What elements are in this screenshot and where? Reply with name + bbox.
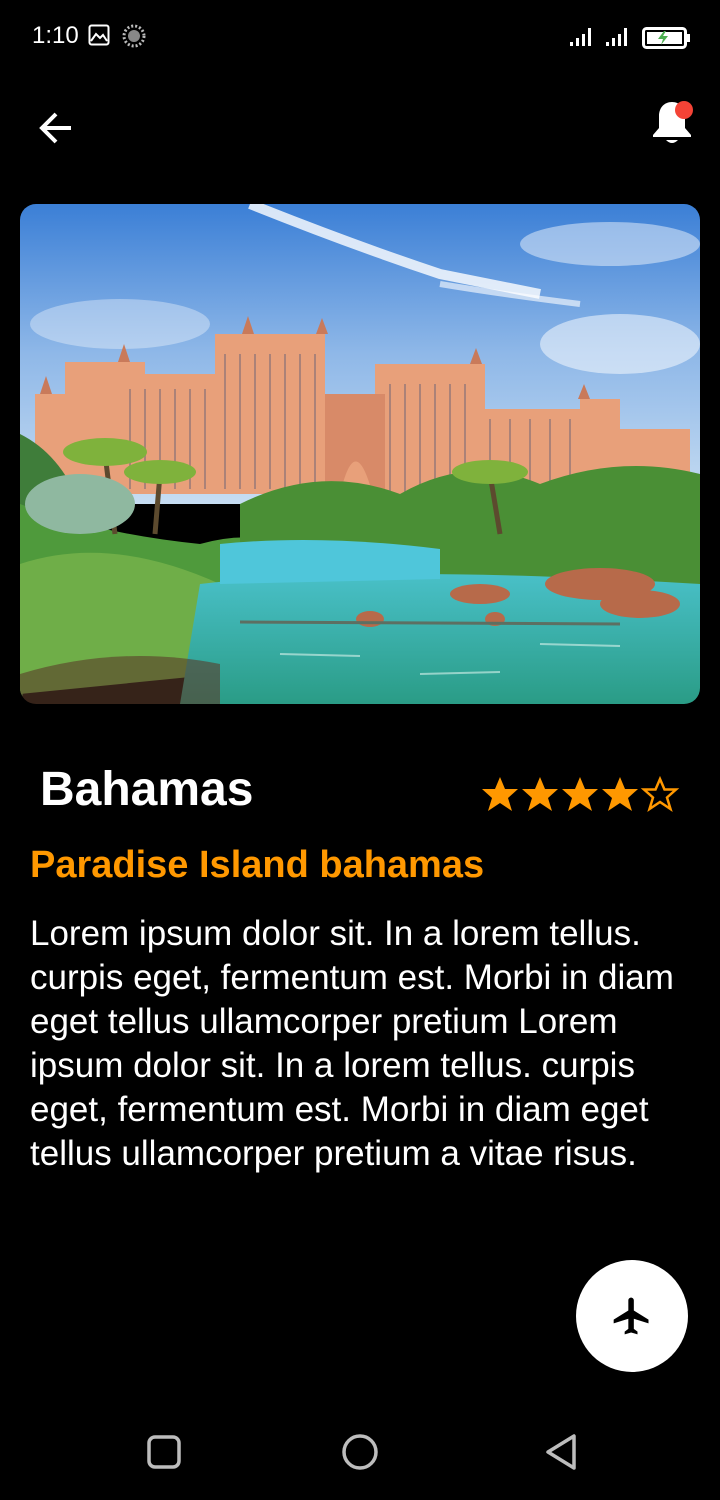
place-description: Lorem ipsum dolor sit. In a lorem tellus… — [30, 914, 674, 1173]
recents-button[interactable] — [146, 1434, 182, 1470]
home-button[interactable] — [340, 1432, 380, 1472]
hero-image — [20, 204, 700, 704]
resort-photo — [20, 204, 700, 704]
status-time: 1:10 — [32, 22, 79, 49]
notification-badge — [675, 101, 693, 119]
star-filled-icon — [522, 777, 558, 811]
image-icon — [88, 24, 110, 46]
signal-icon — [606, 26, 634, 48]
book-flight-button[interactable] — [576, 1260, 688, 1372]
signal-icon — [570, 26, 598, 48]
battery-charging-icon — [642, 26, 690, 50]
star-filled-icon — [602, 777, 638, 811]
place-title: Bahamas — [40, 763, 254, 816]
recents-square-icon — [147, 1435, 181, 1469]
star-outline-icon — [640, 775, 680, 812]
place-subtitle: Paradise Island bahamas — [30, 844, 485, 886]
bell-icon — [653, 101, 693, 143]
sync-icon — [122, 24, 146, 48]
star-filled-icon — [482, 777, 518, 811]
system-back-button[interactable] — [542, 1432, 582, 1472]
star-rating — [480, 774, 680, 816]
airplane-icon — [613, 1297, 649, 1335]
status-bar: 1:10 — [0, 0, 720, 72]
back-button[interactable] — [30, 104, 82, 152]
notifications-button[interactable] — [644, 96, 702, 152]
home-circle-icon — [342, 1434, 378, 1470]
star-filled-icon — [562, 777, 598, 811]
back-triangle-icon — [546, 1434, 576, 1470]
arrow-left-icon — [39, 112, 71, 144]
